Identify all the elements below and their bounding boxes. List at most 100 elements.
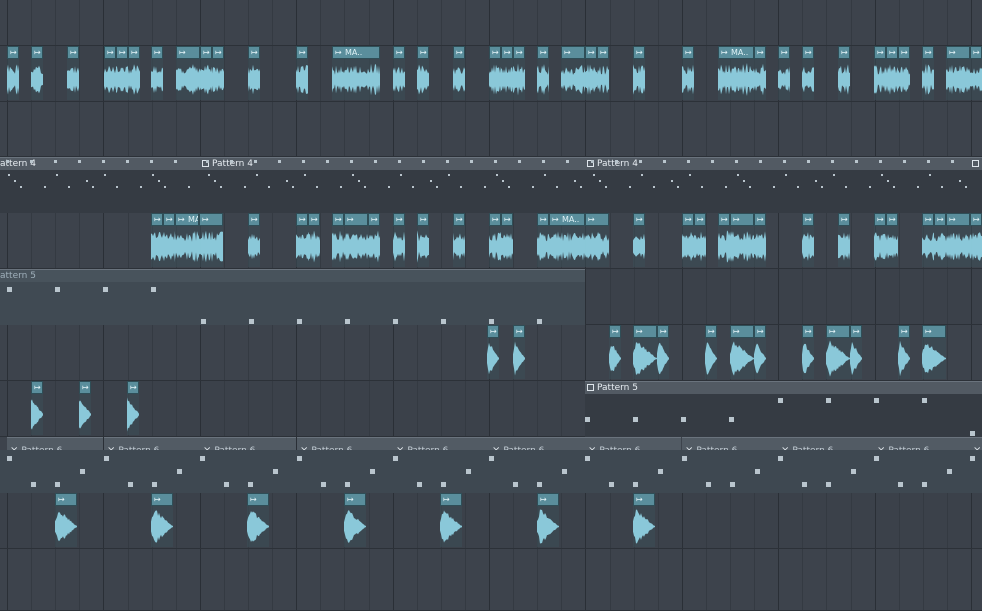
audio-clip[interactable]: ↦ (682, 46, 694, 100)
audio-clip[interactable]: ↦ (705, 325, 717, 379)
pattern-clip[interactable]: ×Pattern 6 (874, 437, 970, 450)
audio-clip[interactable]: ↦ (922, 213, 934, 267)
pattern-clip[interactable]: ×Pattern 6 (682, 437, 778, 450)
audio-clip[interactable]: ↦ (633, 213, 645, 267)
audio-clip-header[interactable]: ↦ (585, 213, 609, 226)
audio-clip-header[interactable]: ↦ (657, 325, 669, 338)
audio-clip[interactable]: ↦ (946, 46, 970, 100)
audio-clip[interactable]: ↦ (212, 46, 224, 100)
audio-clip[interactable]: ↦ (970, 213, 982, 267)
audio-clip-header[interactable]: ↦ (850, 325, 862, 338)
audio-clip-header[interactable]: ↦ (585, 46, 597, 59)
audio-clip-header[interactable]: ↦ (682, 46, 694, 59)
audio-clip[interactable]: ↦ (513, 325, 525, 379)
audio-clip[interactable]: ↦ (850, 325, 862, 379)
audio-clip-header[interactable]: ↦ (513, 46, 525, 59)
pattern-clip-header[interactable]: attern 5 (0, 269, 585, 282)
audio-clip-header[interactable]: ↦ (31, 46, 43, 59)
audio-clip-header[interactable]: ↦ (296, 46, 308, 59)
pattern-clip[interactable]: ×Pattern 6 (393, 437, 489, 450)
audio-clip[interactable]: ↦ (633, 325, 657, 379)
audio-clip-header[interactable]: ↦ (489, 213, 501, 226)
audio-clip-header[interactable]: ↦ (874, 213, 886, 226)
pattern-close-icon[interactable]: × (588, 445, 596, 450)
audio-clip[interactable]: ↦ (694, 213, 706, 267)
audio-clip[interactable]: ↦ (127, 381, 139, 435)
audio-clip[interactable]: ↦ (778, 46, 790, 100)
audio-clip[interactable]: ↦ (886, 213, 898, 267)
pattern-clip-header[interactable]: Pattern 4 (585, 157, 970, 170)
pattern-clip-header[interactable]: attern 4 (0, 157, 200, 170)
audio-clip-header[interactable]: ↦ (31, 381, 43, 394)
audio-clip-header[interactable]: ↦ (67, 46, 79, 59)
audio-clip[interactable]: ↦ (970, 46, 982, 100)
audio-clip-header[interactable]: ↦ (682, 213, 694, 226)
audio-clip[interactable]: ↦ (585, 46, 597, 100)
audio-clip[interactable]: ↦ (898, 325, 910, 379)
audio-clip-header[interactable]: ↦ (633, 325, 657, 338)
audio-clip[interactable]: ↦ (487, 325, 499, 379)
audio-clip-header[interactable]: ↦ (344, 213, 368, 226)
audio-clip-header[interactable]: ↦ (838, 46, 850, 59)
audio-clip-header[interactable]: ↦ (754, 213, 766, 226)
audio-clip[interactable]: ↦ (104, 46, 116, 100)
pattern-clip[interactable]: attern 4 (0, 157, 200, 213)
audio-clip[interactable]: ↦ (176, 46, 200, 100)
audio-clip[interactable]: ↦ (633, 46, 645, 100)
audio-clip-header[interactable]: ↦ (176, 46, 200, 59)
pattern-clip[interactable]: ×Pattern 6 (778, 437, 874, 450)
audio-clip[interactable]: ↦ (826, 325, 850, 379)
audio-clip-header[interactable]: ↦ (561, 46, 585, 59)
audio-clip-header[interactable]: ↦ (296, 213, 308, 226)
audio-clip-header[interactable]: ↦MA.. (718, 46, 754, 59)
audio-clip[interactable]: ↦ (453, 46, 465, 100)
audio-clip[interactable]: ↦ (248, 46, 260, 100)
audio-clip[interactable]: ↦ (344, 213, 368, 267)
audio-clip-header[interactable]: ↦ (308, 213, 320, 226)
audio-clip[interactable]: ↦ (657, 325, 669, 379)
audio-clip-header[interactable]: ↦ (609, 325, 621, 338)
audio-clip[interactable]: ↦ (31, 46, 43, 100)
track-lane[interactable] (0, 549, 982, 611)
audio-clip-header[interactable]: ↦ (826, 325, 850, 338)
audio-clip[interactable]: ↦ (393, 46, 405, 100)
audio-clip-header[interactable]: ↦ (946, 46, 970, 59)
audio-clip-header[interactable]: ↦ (934, 213, 946, 226)
pattern-clip[interactable]: ×Pattern 6 (7, 437, 103, 450)
audio-clip[interactable]: ↦ (718, 213, 730, 267)
pattern-clip[interactable]: ×Pattern 6 (297, 437, 393, 450)
audio-clip-header[interactable]: ↦ (212, 46, 224, 59)
audio-clip[interactable]: ↦ (537, 46, 549, 100)
audio-clip-header[interactable]: ↦ (886, 46, 898, 59)
track-lane[interactable] (0, 0, 982, 46)
audio-clip[interactable]: ↦MA.. (332, 46, 380, 100)
pattern-clip-header[interactable]: Pattern 4 (970, 157, 982, 170)
audio-clip-header[interactable]: ↦ (730, 325, 754, 338)
audio-clip[interactable]: ↦ (67, 46, 79, 100)
audio-clip-header[interactable]: ↦MA.. (332, 46, 380, 59)
pattern-close-icon[interactable]: × (781, 445, 789, 450)
pattern-clip[interactable]: attern 5 (0, 269, 585, 325)
audio-clip-header[interactable]: ↦ (922, 213, 934, 226)
audio-clip-header[interactable]: ↦ (970, 213, 982, 226)
audio-clip-header[interactable]: ↦ (368, 213, 380, 226)
audio-clip[interactable]: ↦ (344, 493, 366, 547)
audio-clip-header[interactable]: ↦MA.. (175, 213, 199, 226)
audio-clip[interactable]: ↦ (200, 46, 212, 100)
audio-clip-header[interactable]: ↦ (633, 493, 655, 506)
audio-clip[interactable]: ↦ (308, 213, 320, 267)
audio-clip-header[interactable]: ↦ (513, 325, 525, 338)
audio-clip-header[interactable]: ↦ (199, 213, 223, 226)
audio-clip-header[interactable]: ↦ (393, 213, 405, 226)
pattern-close-icon[interactable]: × (107, 445, 115, 450)
pattern-clip[interactable]: Pattern 4 (970, 157, 982, 213)
audio-clip-header[interactable]: ↦ (501, 213, 513, 226)
audio-clip[interactable]: ↦ (128, 46, 140, 100)
audio-clip[interactable]: ↦ (922, 46, 934, 100)
audio-clip[interactable]: ↦ (802, 46, 814, 100)
audio-clip-header[interactable]: ↦ (898, 46, 910, 59)
audio-clip[interactable]: ↦ (151, 493, 173, 547)
audio-clip[interactable]: ↦ (248, 213, 260, 267)
audio-clip-header[interactable]: ↦ (537, 493, 559, 506)
audio-clip-header[interactable]: ↦ (898, 325, 910, 338)
